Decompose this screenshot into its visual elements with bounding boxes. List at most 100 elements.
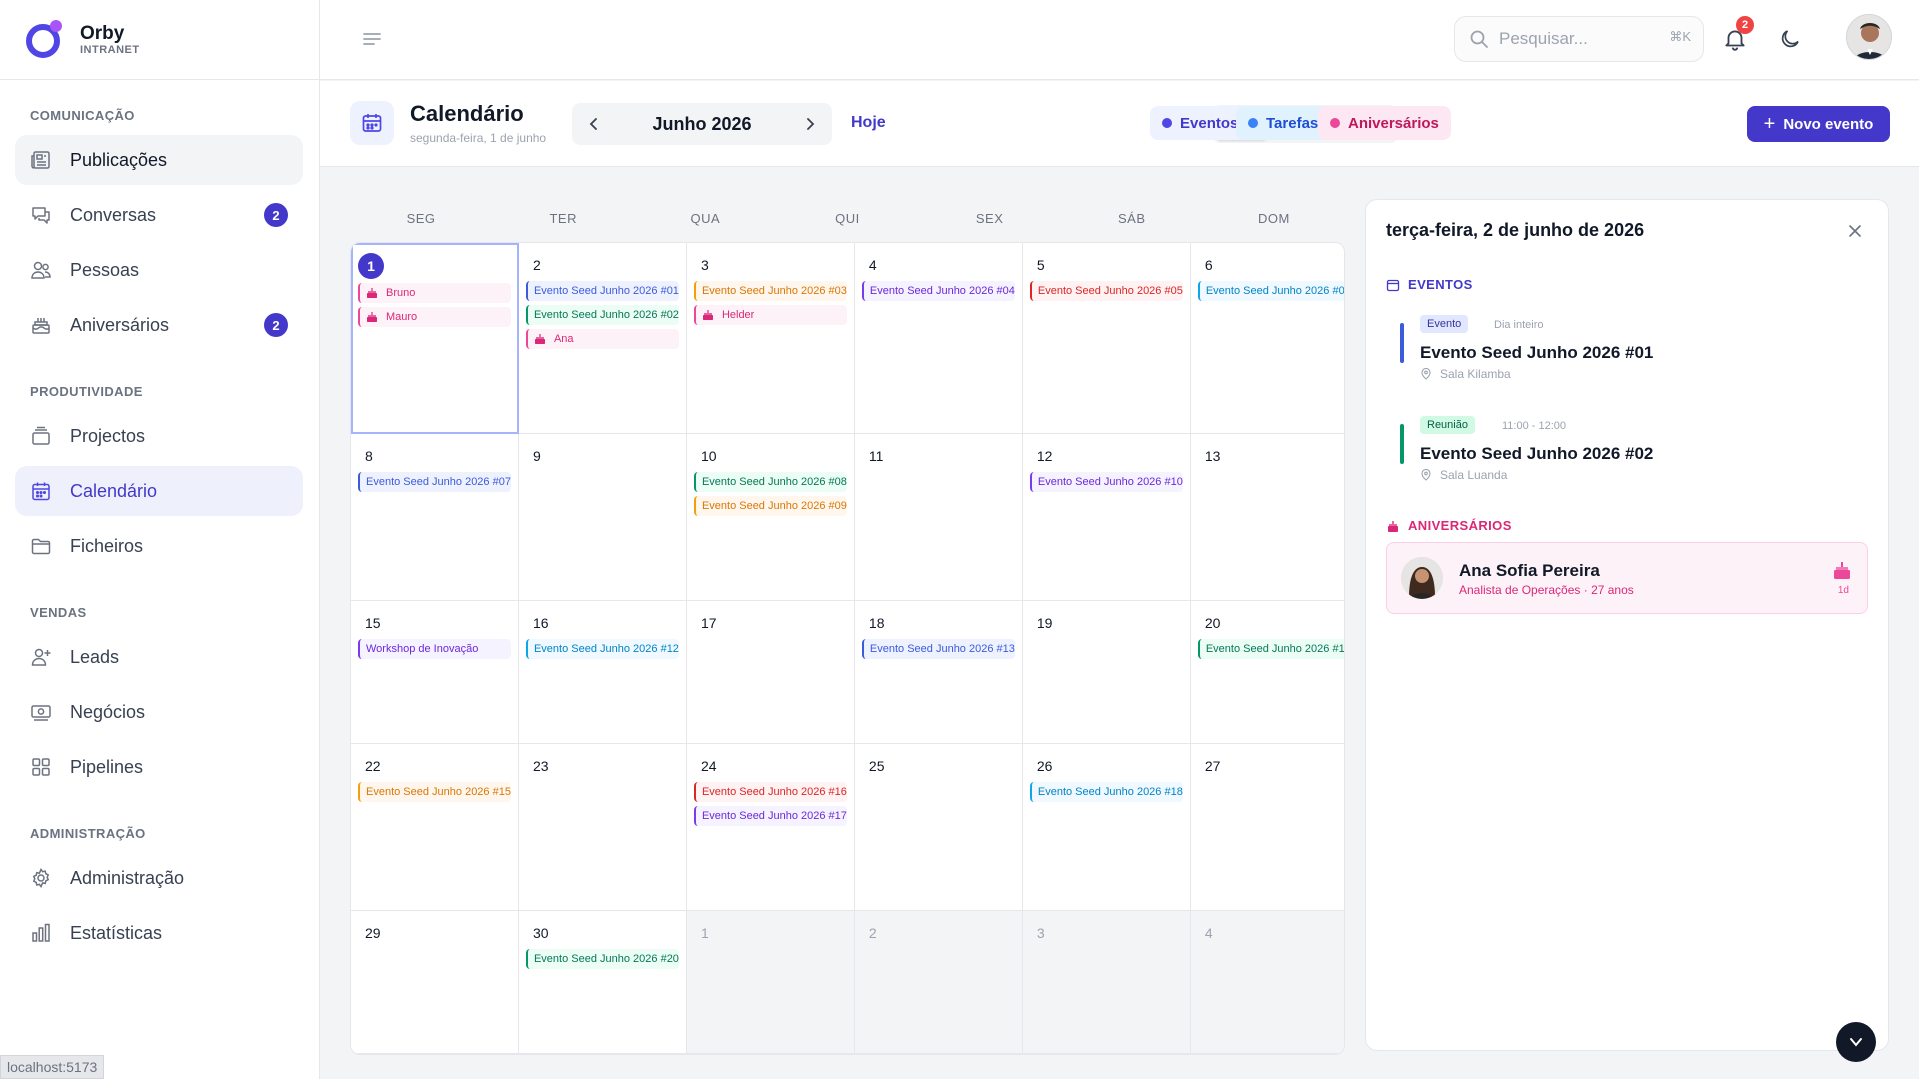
calendar-day[interactable]: 22 Evento Seed Junho 2026 #15 [351,744,519,911]
birthday-pill[interactable]: Ana [525,329,679,349]
today-button[interactable]: Hoje [851,114,886,132]
event-label: Evento Seed Junho 2026 #06 [1205,285,1345,297]
sidebar-item-people[interactable]: Pessoas [15,245,303,295]
event-pill[interactable]: Evento Seed Junho 2026 #08 [693,472,847,492]
event-pill[interactable]: Evento Seed Junho 2026 #20 [525,949,679,969]
event-pill[interactable]: Evento Seed Junho 2026 #05 [1029,281,1183,301]
event-pill[interactable]: Evento Seed Junho 2026 #04 [861,281,1015,301]
calendar-day[interactable]: 17 [686,601,855,744]
birthdays-section-text: ANIVERSÁRIOS [1408,518,1512,533]
dark-mode-toggle[interactable] [1778,27,1802,51]
search-input[interactable] [1499,29,1649,49]
event-label: Evento Seed Junho 2026 #16 [701,786,847,798]
event-pill[interactable]: Evento Seed Junho 2026 #02 [525,305,679,325]
calendar-icon [350,101,394,145]
event-pill[interactable]: Evento Seed Junho 2026 #15 [358,782,511,802]
calendar-day[interactable]: 1 [686,911,855,1054]
sidebar-item-label: Pessoas [70,259,140,280]
event-pill[interactable]: Workshop de Inovação [358,639,511,659]
event-pill[interactable]: Evento Seed Junho 2026 #14 [1197,639,1344,659]
weekday-label: DOM [1257,211,1290,226]
calendar-day[interactable]: 13 [1190,434,1344,601]
filter-label: Tarefas [1266,114,1319,132]
event-pill[interactable]: Evento Seed Junho 2026 #06 [1197,281,1345,301]
sidebar-item-calendar[interactable]: Calendário [15,466,303,516]
event-pill[interactable]: Evento Seed Junho 2026 #01 [525,281,679,301]
count-badge: 2 [264,313,288,337]
calendar-day[interactable]: 19 [1022,601,1191,744]
help-chevron-button[interactable] [1836,1022,1876,1062]
calendar-day[interactable]: 12 Evento Seed Junho 2026 #10 [1022,434,1191,601]
count-badge: 2 [264,203,288,227]
calendar-day[interactable]: 27 [1190,744,1344,911]
filter-chip[interactable]: Aniversários [1318,106,1451,140]
event-color-bar [1400,424,1404,464]
calendar-day[interactable]: 3 [1022,911,1191,1054]
event-pill[interactable]: Evento Seed Junho 2026 #12 [525,639,679,659]
calendar-day[interactable]: 30 Evento Seed Junho 2026 #20 [518,911,687,1054]
calendar-day[interactable]: 18 Evento Seed Junho 2026 #13 [854,601,1023,744]
event-pill[interactable]: Evento Seed Junho 2026 #18 [1029,782,1183,802]
calendar-day[interactable]: 4 [1190,911,1344,1054]
calendar-day[interactable]: 11 [854,434,1023,601]
birthday-pill[interactable]: Mauro [358,307,511,327]
menu-toggle-icon[interactable] [362,29,382,49]
birthday-card[interactable]: Ana Sofia Pereira Analista de Operações … [1386,542,1868,614]
moon-icon [1781,30,1799,48]
event-pill[interactable]: Evento Seed Junho 2026 #09 [693,496,847,516]
search-box[interactable]: ⌘K [1454,16,1704,62]
event-pill[interactable]: Evento Seed Junho 2026 #07 [358,472,511,492]
sidebar-item-money[interactable]: Negócios [15,687,303,737]
day-number: 1 [358,253,384,279]
calendar-day[interactable]: 23 [518,744,687,911]
notifications-button[interactable]: 2 [1722,16,1754,52]
calendar-day[interactable]: 20 Evento Seed Junho 2026 #14 [1190,601,1344,744]
sidebar-item-folder[interactable]: Ficheiros [15,521,303,571]
calendar-day[interactable]: 29 [351,911,519,1054]
event-title: Evento Seed Junho 2026 #01 [1420,343,1654,362]
brand[interactable]: Orby INTRANET [0,0,319,80]
calendar-day[interactable]: 10 Evento Seed Junho 2026 #08 Evento Seed … [686,434,855,601]
filter-dot [1330,118,1340,128]
sidebar-item-chat[interactable]: Conversas 2 [15,190,303,240]
calendar-day[interactable]: 1 Bruno Mauro [351,243,519,434]
calendar-day[interactable]: 8 Evento Seed Junho 2026 #07 [351,434,519,601]
calendar-day[interactable]: 24 Evento Seed Junho 2026 #16 Evento Seed … [686,744,855,911]
chevron-left-icon[interactable] [586,116,602,132]
event-location-text: Sala Luanda [1440,468,1508,482]
calendar-day[interactable]: 4 Evento Seed Junho 2026 #04 [854,243,1023,434]
sidebar-item-grid[interactable]: Pipelines [15,742,303,792]
calendar-day[interactable]: 16 Evento Seed Junho 2026 #12 [518,601,687,744]
sidebar-item-bar-chart[interactable]: Estatísticas [15,908,303,958]
calendar-day[interactable]: 26 Evento Seed Junho 2026 #18 [1022,744,1191,911]
calendar-day[interactable]: 5 Evento Seed Junho 2026 #05 [1022,243,1191,434]
event-pill[interactable]: Evento Seed Junho 2026 #16 [693,782,847,802]
calendar-day[interactable]: 3 Evento Seed Junho 2026 #03 Helder [686,243,855,434]
birthday-pill[interactable]: Helder [693,305,847,325]
calendar-day[interactable]: 6 Evento Seed Junho 2026 #06 [1190,243,1345,434]
sidebar-item-folder-stack[interactable]: Projectos [15,411,303,461]
brand-name: Orby [80,22,125,44]
calendar-icon [30,480,52,502]
event-pill[interactable]: Evento Seed Junho 2026 #03 [693,281,847,301]
sidebar-item-gear[interactable]: Administração [15,853,303,903]
birthday-pill[interactable]: Bruno [358,283,511,303]
chevron-right-icon[interactable] [802,116,818,132]
calendar-day[interactable]: 2 Evento Seed Junho 2026 #01 Evento Seed J… [518,243,687,434]
event-pill[interactable]: Evento Seed Junho 2026 #17 [693,806,847,826]
sidebar-item-newspaper[interactable]: Publicações [15,135,303,185]
user-avatar[interactable] [1846,14,1892,60]
new-event-button[interactable]: + Novo evento [1747,106,1890,142]
sidebar-item-user-plus[interactable]: Leads [15,632,303,682]
sidebar-item-cake[interactable]: Aniversários 2 [15,300,303,350]
event-pill[interactable]: Evento Seed Junho 2026 #13 [861,639,1015,659]
calendar-day[interactable]: 9 [518,434,687,601]
close-icon[interactable] [1846,222,1864,240]
calendar-day[interactable]: 2 [854,911,1023,1054]
nav-section-label: PRODUTIVIDADE [30,384,143,399]
event-pill[interactable]: Evento Seed Junho 2026 #10 [1029,472,1183,492]
filter-chip[interactable]: Tarefas [1236,106,1331,140]
map-pin-icon [1420,469,1432,481]
calendar-day[interactable]: 25 [854,744,1023,911]
calendar-day[interactable]: 15 Workshop de Inovação [351,601,519,744]
